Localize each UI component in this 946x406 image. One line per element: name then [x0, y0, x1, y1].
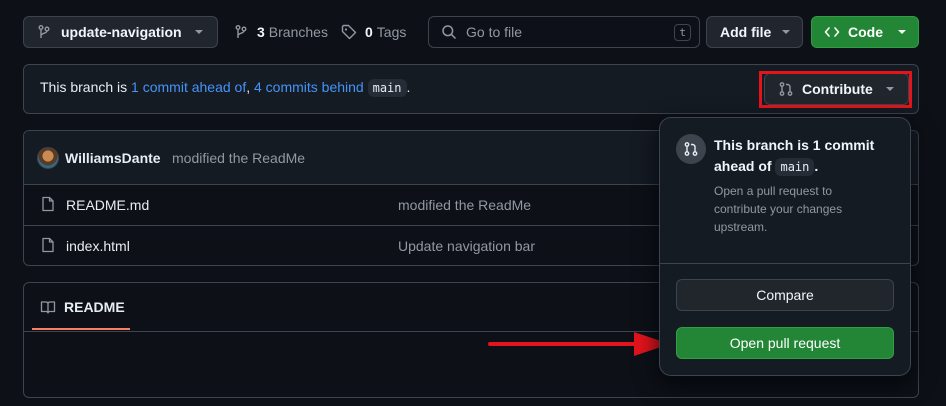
annotation-arrow — [488, 332, 670, 356]
keyboard-shortcut-hint: t — [674, 23, 691, 41]
add-file-label: Add file — [720, 24, 772, 40]
behind-link[interactable]: 4 commits behind — [254, 79, 364, 95]
branch-selector-button[interactable]: update-navigation — [23, 16, 218, 48]
open-pull-request-label: Open pull request — [729, 335, 841, 351]
sidebar-edge — [940, 0, 946, 406]
popover-title-period: . — [814, 158, 819, 174]
file-commit-message[interactable]: modified the ReadMe — [398, 197, 531, 213]
readme-tab-underline — [32, 328, 130, 330]
code-label: Code — [848, 24, 883, 40]
tags-count: 0 — [365, 24, 373, 40]
code-icon — [824, 24, 840, 40]
tags-link[interactable]: 0 Tags — [341, 24, 406, 40]
file-commit-message[interactable]: Update navigation bar — [398, 238, 535, 254]
status-comma: , — [246, 79, 251, 95]
branches-label: Branches — [268, 24, 328, 40]
compare-label: Compare — [756, 287, 814, 303]
popover-title-line1: This branch is 1 commit — [714, 137, 875, 153]
popover-title-ahead: ahead of — [714, 158, 772, 174]
popover-divider — [660, 263, 910, 264]
file-icon — [40, 196, 56, 212]
branches-count: 3 — [257, 24, 265, 40]
branch-status-text: This branch is 1 commit ahead of, 4 comm… — [40, 79, 411, 97]
annotation-highlight-box — [759, 71, 912, 108]
open-pull-request-button[interactable]: Open pull request — [676, 327, 894, 359]
file-name-link[interactable]: README.md — [66, 197, 149, 213]
branch-name: update-navigation — [61, 24, 182, 40]
readme-tab[interactable]: README — [40, 299, 125, 315]
avatar[interactable] — [37, 147, 59, 169]
commit-author[interactable]: WilliamsDante — [65, 150, 161, 166]
branches-link[interactable]: 3 Branches — [233, 24, 328, 40]
tag-icon — [341, 24, 357, 40]
readme-tab-label: README — [64, 299, 125, 315]
popover-pr-icon-badge — [676, 134, 706, 164]
code-button[interactable]: Code — [811, 16, 919, 48]
ahead-link[interactable]: 1 commit ahead of — [131, 79, 246, 95]
search-icon — [441, 24, 457, 40]
search-placeholder: Go to file — [466, 24, 523, 40]
git-branch-icon — [36, 24, 52, 40]
status-period: . — [406, 79, 411, 95]
tags-label: Tags — [376, 24, 407, 40]
status-prefix: This branch is — [40, 79, 128, 95]
chevron-down-icon — [782, 30, 790, 34]
chevron-down-icon — [195, 30, 203, 34]
popover-description: Open a pull request to contribute your c… — [714, 184, 843, 234]
popover-title-line2: ahead of main. — [714, 156, 894, 178]
file-name-link[interactable]: index.html — [66, 238, 130, 254]
compare-button[interactable]: Compare — [676, 279, 894, 311]
commit-message[interactable]: modified the ReadMe — [172, 150, 305, 166]
base-branch-badge: main — [367, 79, 407, 97]
popover-base-badge: main — [775, 158, 815, 176]
chevron-down-icon — [898, 30, 906, 34]
popover-title: This branch is 1 commit ahead of main. — [714, 135, 894, 178]
file-icon — [40, 237, 56, 253]
go-to-file-input[interactable]: Go to file t — [428, 16, 700, 48]
add-file-button[interactable]: Add file — [706, 16, 803, 48]
book-icon — [40, 299, 56, 315]
git-pull-request-icon — [683, 141, 699, 157]
git-branch-icon — [233, 24, 249, 40]
